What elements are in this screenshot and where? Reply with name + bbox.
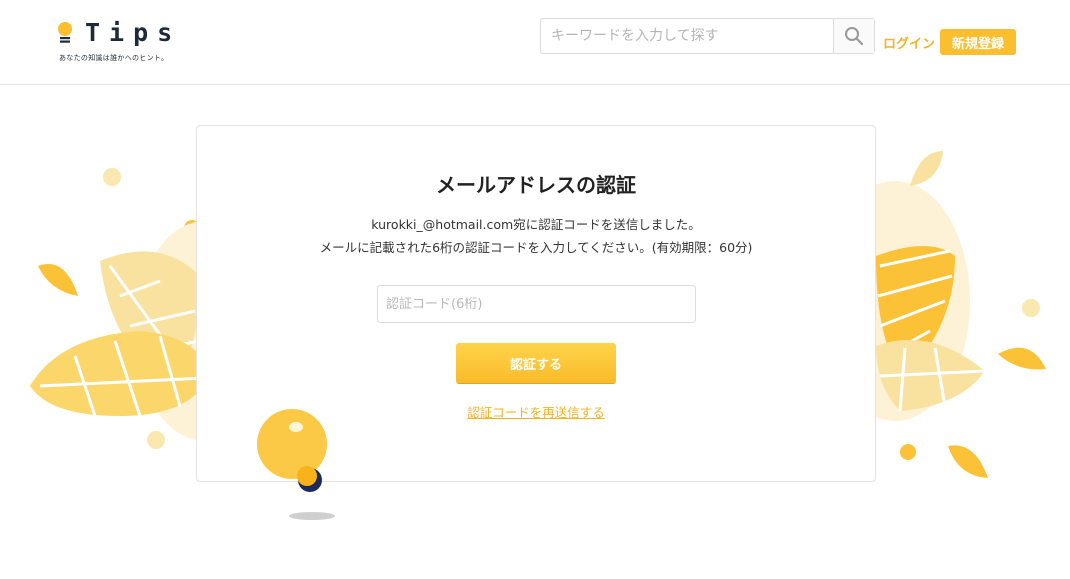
- page-title: メールアドレスの認証: [436, 173, 636, 197]
- verify-button[interactable]: 認証する: [456, 343, 616, 383]
- search-button[interactable]: [833, 19, 874, 53]
- sent-notice: kurokki_@hotmail.com宛に認証コードを送信しました。: [371, 217, 701, 232]
- lightbulb-logo-icon: [58, 22, 72, 43]
- verification-code-input[interactable]: [377, 285, 696, 323]
- logo-tagline: あなたの知識は誰かへのヒント。: [59, 54, 169, 62]
- signup-button[interactable]: 新規登録: [940, 29, 1016, 55]
- lightbulb-mascot-icon: [257, 409, 335, 520]
- search-input[interactable]: [541, 19, 833, 53]
- instruction-text: メールに記載された6桁の認証コードを入力してください。(有効期限：60分): [319, 240, 753, 255]
- search-icon: [845, 27, 864, 46]
- search-box: [540, 18, 875, 54]
- login-link[interactable]: ログイン: [883, 33, 935, 52]
- site-header: Tips あなたの知識は誰かへのヒント。 ログイン 新規登録: [0, 0, 1070, 85]
- logo-wordmark: Tips: [85, 18, 182, 47]
- site-logo[interactable]: Tips あなたの知識は誰かへのヒント。: [55, 18, 185, 68]
